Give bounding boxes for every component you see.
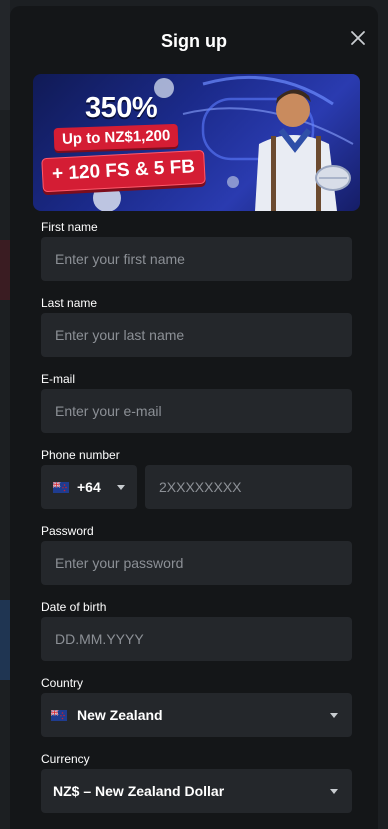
- nz-flag-icon: [51, 709, 67, 721]
- dob-field: [41, 617, 352, 661]
- first-name-input[interactable]: [53, 250, 352, 268]
- last-name-label: Last name: [41, 296, 98, 310]
- password-input[interactable]: [53, 554, 352, 572]
- close-icon: [351, 31, 365, 45]
- chevron-down-icon: [330, 712, 338, 718]
- chevron-down-icon: [116, 484, 125, 490]
- currency-select[interactable]: NZ$ – New Zealand Dollar: [41, 769, 352, 813]
- phone-code-value: +64: [77, 479, 101, 495]
- modal-title: Sign up: [161, 31, 227, 51]
- dob-input[interactable]: [53, 630, 352, 648]
- currency-label: Currency: [41, 752, 90, 766]
- phone-number-input[interactable]: [157, 478, 352, 496]
- first-name-field: [41, 237, 352, 281]
- email-field: [41, 389, 352, 433]
- last-name-field: [41, 313, 352, 357]
- password-field: [41, 541, 352, 585]
- phone-label: Phone number: [41, 448, 120, 462]
- country-value: New Zealand: [77, 707, 163, 723]
- password-label: Password: [41, 524, 94, 538]
- bonus-amount: Up to NZ$1,200: [53, 123, 179, 152]
- close-button[interactable]: [346, 26, 370, 50]
- backdrop-strip: [0, 240, 10, 300]
- promo-banner: 350% Up to NZ$1,200 + 120 FS & 5 FB: [33, 74, 360, 211]
- first-name-label: First name: [41, 220, 98, 234]
- email-input[interactable]: [53, 402, 352, 420]
- phone-code-select[interactable]: +64: [41, 465, 137, 509]
- email-label: E-mail: [41, 372, 76, 386]
- country-select[interactable]: New Zealand: [41, 693, 352, 737]
- phone-number-field: [145, 465, 352, 509]
- backdrop-strip: [0, 0, 10, 110]
- last-name-input[interactable]: [53, 326, 352, 344]
- backdrop-strip: [0, 600, 10, 680]
- chevron-down-icon: [330, 788, 338, 794]
- bonus-percent: 350%: [85, 92, 158, 124]
- nz-flag-icon: [53, 481, 69, 493]
- country-label: Country: [41, 676, 84, 690]
- currency-value: NZ$ – New Zealand Dollar: [53, 783, 225, 799]
- signup-modal: Sign up 350% Up to NZ$1,200 + 120 FS & 5…: [10, 6, 378, 829]
- dob-label: Date of birth: [41, 600, 107, 614]
